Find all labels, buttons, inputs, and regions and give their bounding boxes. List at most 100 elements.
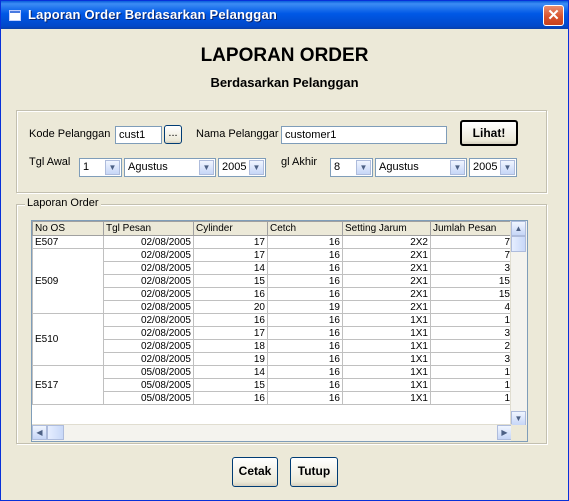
table-cell: 1X1 (342, 391, 431, 405)
table-row[interactable]: 02/08/2005 17 16 1X1 3 (33, 326, 513, 340)
dropdown-arrow-icon[interactable]: ▼ (356, 160, 371, 175)
kode-pelanggan-label: Kode Pelanggan (29, 128, 111, 140)
vertical-scroll-thumb[interactable] (511, 236, 526, 252)
table-row[interactable]: 02/08/2005 18 16 1X1 2 (33, 339, 513, 353)
table-row[interactable]: E517 05/08/2005 14 16 1X1 1 (32, 365, 513, 405)
dropdown-arrow-icon[interactable]: ▼ (249, 160, 264, 175)
table-cell: 20 (193, 300, 268, 314)
scroll-up-icon[interactable]: ▲ (511, 221, 526, 236)
dropdown-arrow-icon[interactable]: ▼ (500, 160, 515, 175)
table-cell: 19 (267, 300, 343, 314)
table-cell: 02/08/2005 (103, 300, 194, 314)
tgl-awal-year-value: 2005 (222, 161, 247, 173)
table-cell: 15 (430, 287, 513, 301)
table-row[interactable]: E507 02/08/2005 17 16 2X2 7 (32, 235, 513, 249)
table-cell: 3 (430, 352, 513, 366)
tgl-akhir-day-select[interactable]: 8 ▼ (330, 158, 373, 177)
cetak-button[interactable]: Cetak (232, 457, 278, 487)
window-title: Laporan Order Berdasarkan Pelanggan (28, 7, 278, 22)
column-header[interactable]: No OS (32, 221, 104, 236)
tgl-awal-year-select[interactable]: 2005 ▼ (218, 158, 266, 177)
table-cell: 02/08/2005 (103, 339, 194, 353)
nama-pelanggan-field[interactable]: customer1 (281, 126, 447, 144)
horizontal-scroll-thumb[interactable] (47, 425, 64, 440)
scroll-left-icon[interactable]: ◀ (32, 425, 47, 440)
table-cell: 16 (193, 287, 268, 301)
table-cell: 2X1 (342, 248, 431, 262)
column-header[interactable]: Cetch (267, 221, 343, 236)
table-cell: 1 (430, 365, 513, 379)
table-cell: 16 (193, 391, 268, 405)
vertical-scrollbar[interactable]: ▲ ▼ (510, 221, 527, 426)
order-grid[interactable]: No OS Tgl Pesan Cylinder Cetch Setting Jarum… (31, 220, 528, 442)
table-row[interactable]: 02/08/2005 15 16 2X1 15 (33, 274, 513, 288)
scroll-right-icon[interactable]: ▶ (497, 425, 512, 440)
table-cell: 1X1 (342, 339, 431, 353)
table-row[interactable]: E510 02/08/2005 16 16 1X1 1 (32, 313, 513, 366)
column-header[interactable]: Setting Jarum (342, 221, 431, 236)
table-cell: 02/08/2005 (103, 248, 194, 262)
table-cell: 05/08/2005 (103, 391, 194, 405)
scroll-corner (511, 425, 527, 441)
table-cell: 16 (267, 365, 343, 379)
table-body: E507 02/08/2005 17 16 2X2 7 E509 02/08/2005 17 16… (32, 235, 513, 405)
table-cell: 16 (267, 352, 343, 366)
column-header[interactable]: Tgl Pesan (103, 221, 194, 236)
table-cell: 05/08/2005 (103, 365, 194, 379)
table-cell: 1X1 (342, 378, 431, 392)
table-cell: 05/08/2005 (103, 378, 194, 392)
column-header[interactable]: Jumlah Pesan (430, 221, 513, 236)
table-cell: 1X1 (342, 326, 431, 340)
tgl-akhir-label: gl Akhir (281, 156, 318, 168)
table-cell: 1X1 (342, 352, 431, 366)
table-row[interactable]: 02/08/2005 20 19 2X1 4 (33, 300, 513, 314)
table-cell: 3 (430, 326, 513, 340)
table-row[interactable]: 05/08/2005 15 16 1X1 1 (33, 378, 513, 392)
horizontal-scrollbar[interactable]: ◀ ▶ (32, 424, 512, 441)
column-header[interactable]: Cylinder (193, 221, 268, 236)
table-cell: 02/08/2005 (103, 274, 194, 288)
table-cell: 18 (193, 339, 268, 353)
table-cell: 14 (193, 365, 268, 379)
table-cell: 16 (267, 378, 343, 392)
tgl-akhir-month-select[interactable]: Agustus ▼ (375, 158, 467, 177)
table-cell: 17 (193, 326, 268, 340)
close-button[interactable]: ✕ (543, 5, 564, 26)
table-row[interactable]: 02/08/2005 14 16 2X1 3 (33, 261, 513, 275)
table-cell: 1X1 (342, 365, 431, 379)
table-row[interactable]: E509 02/08/2005 17 16 2X1 7 (32, 248, 513, 314)
dropdown-arrow-icon[interactable]: ▼ (105, 160, 120, 175)
kode-pelanggan-field[interactable]: cust1 (115, 126, 162, 144)
table-cell: 16 (267, 313, 343, 327)
table-cell: 15 (193, 378, 268, 392)
tgl-akhir-year-value: 2005 (473, 161, 498, 173)
table-cell: 14 (193, 261, 268, 275)
no-os-cell: E507 (32, 235, 104, 249)
scroll-down-icon[interactable]: ▼ (511, 411, 526, 426)
table-cell: 02/08/2005 (103, 235, 194, 249)
table-row[interactable]: 05/08/2005 16 16 1X1 1 (33, 391, 513, 405)
tgl-awal-day-select[interactable]: 1 ▼ (79, 158, 122, 177)
table-cell: 3 (430, 261, 513, 275)
report-title: LAPORAN ORDER (200, 45, 369, 66)
table-cell: 7 (430, 235, 513, 249)
table-row[interactable]: 02/08/2005 19 16 1X1 3 (33, 352, 513, 366)
table-row[interactable]: 02/08/2005 16 16 2X1 15 (33, 287, 513, 301)
title-bar[interactable]: Laporan Order Berdasarkan Pelanggan ✕ (1, 1, 568, 29)
dropdown-arrow-icon[interactable]: ▼ (199, 160, 214, 175)
no-os-cell: E510 (32, 313, 104, 366)
table-cell: 02/08/2005 (103, 261, 194, 275)
table-header-row: No OS Tgl Pesan Cylinder Cetch Setting Jarum… (32, 221, 513, 236)
tutup-button[interactable]: Tutup (290, 457, 338, 487)
tgl-akhir-year-select[interactable]: 2005 ▼ (469, 158, 517, 177)
table-cell: 02/08/2005 (103, 352, 194, 366)
window-icon (9, 10, 21, 21)
table-cell: 2X1 (342, 274, 431, 288)
table-cell: 1 (430, 391, 513, 405)
tgl-awal-month-select[interactable]: Agustus ▼ (124, 158, 216, 177)
lihat-button[interactable]: Lihat! (460, 120, 518, 146)
table-cell: 16 (267, 261, 343, 275)
order-table: No OS Tgl Pesan Cylinder Cetch Setting Jarum… (32, 221, 513, 405)
browse-customer-button[interactable]: ... (164, 125, 182, 144)
dropdown-arrow-icon[interactable]: ▼ (450, 160, 465, 175)
